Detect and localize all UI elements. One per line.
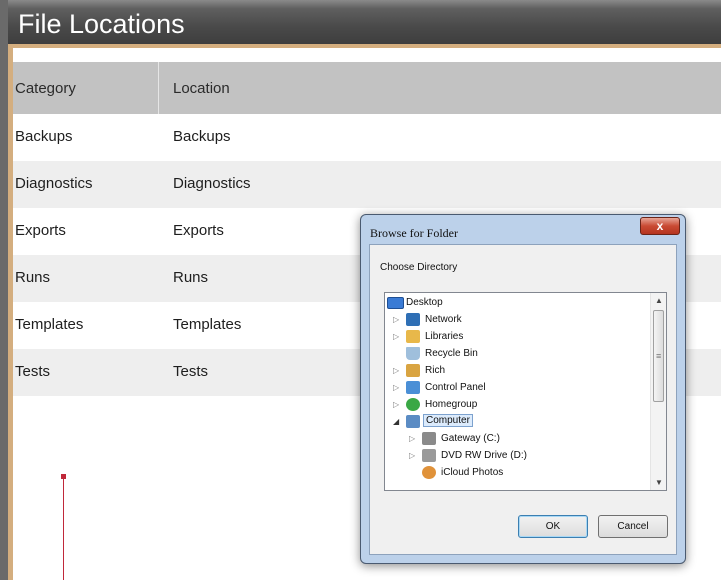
tree-item-label: Computer bbox=[423, 414, 473, 427]
dialog-body: Choose Directory Desktop ▷ Network ▷ Lib… bbox=[369, 244, 677, 555]
table-row[interactable]: Diagnostics Diagnostics bbox=[13, 161, 721, 208]
dialog-prompt: Choose Directory bbox=[380, 262, 458, 273]
close-icon: x bbox=[656, 219, 664, 233]
expand-icon[interactable]: ▷ bbox=[393, 315, 401, 324]
location-cell: Runs bbox=[173, 269, 209, 286]
computer-icon bbox=[406, 415, 420, 428]
table-row[interactable]: Backups Backups bbox=[13, 114, 721, 161]
homegroup-icon bbox=[406, 398, 420, 411]
tree-item-label: Gateway (C:) bbox=[441, 433, 500, 444]
category-cell: Tests bbox=[15, 363, 51, 380]
marker-line bbox=[63, 477, 64, 580]
tree-item-label: Libraries bbox=[425, 331, 464, 342]
close-button[interactable]: x bbox=[640, 217, 680, 235]
expand-icon[interactable]: ▷ bbox=[393, 366, 401, 375]
drive-icon bbox=[422, 432, 436, 445]
location-cell: Templates bbox=[173, 316, 242, 333]
control-panel-icon bbox=[406, 381, 420, 394]
tree-item-label: Rich bbox=[425, 365, 446, 376]
tree-scrollbar[interactable]: ▲ ≡ ▼ bbox=[650, 293, 666, 490]
desktop-icon bbox=[387, 297, 404, 309]
column-header-category[interactable]: Category bbox=[15, 80, 76, 97]
column-divider bbox=[158, 62, 159, 114]
expand-icon[interactable]: ▷ bbox=[393, 400, 401, 409]
libraries-icon bbox=[406, 330, 420, 343]
location-cell: Diagnostics bbox=[173, 175, 251, 192]
table-header: Category Location bbox=[13, 62, 721, 114]
tree-item-label: DVD RW Drive (D:) bbox=[441, 450, 527, 461]
browse-for-folder-dialog: Browse for Folder x Choose Directory Des… bbox=[360, 214, 686, 564]
collapse-icon[interactable]: ◢ bbox=[393, 417, 401, 426]
scroll-up-icon[interactable]: ▲ bbox=[655, 296, 663, 305]
dialog-title: Browse for Folder bbox=[370, 226, 458, 240]
category-cell: Runs bbox=[15, 269, 51, 286]
tree-item-label: Homegroup bbox=[425, 399, 478, 410]
category-cell: Diagnostics bbox=[15, 175, 93, 192]
tree-item-label: Desktop bbox=[406, 297, 443, 308]
network-icon bbox=[406, 313, 420, 326]
category-cell: Templates bbox=[15, 316, 84, 333]
cancel-button[interactable]: Cancel bbox=[598, 515, 668, 538]
location-cell: Backups bbox=[173, 128, 231, 145]
page-header: File Locations bbox=[8, 0, 721, 48]
tree-item-label: Network bbox=[425, 314, 462, 325]
expand-icon[interactable]: ▷ bbox=[409, 451, 417, 460]
icloud-photos-icon bbox=[422, 466, 436, 479]
ok-button[interactable]: OK bbox=[518, 515, 588, 538]
tree-item-label: iCloud Photos bbox=[441, 467, 504, 478]
category-cell: Backups bbox=[15, 128, 73, 145]
scroll-down-icon[interactable]: ▼ bbox=[655, 478, 663, 487]
expand-icon[interactable]: ▷ bbox=[393, 383, 401, 392]
recycle-bin-icon bbox=[406, 347, 420, 360]
location-cell: Exports bbox=[173, 222, 224, 239]
user-folder-icon bbox=[406, 364, 420, 377]
column-header-location[interactable]: Location bbox=[173, 80, 230, 97]
location-cell: Tests bbox=[173, 363, 209, 380]
expand-icon[interactable]: ▷ bbox=[393, 332, 401, 341]
tree-item-label: Control Panel bbox=[425, 382, 486, 393]
folder-tree[interactable]: Desktop ▷ Network ▷ Libraries Recycle Bi… bbox=[384, 292, 667, 491]
dvd-drive-icon bbox=[422, 449, 436, 462]
grip-icon: ≡ bbox=[656, 351, 662, 361]
tree-item-label: Recycle Bin bbox=[425, 348, 478, 359]
category-cell: Exports bbox=[15, 222, 66, 239]
window-left-edge bbox=[0, 0, 8, 580]
scrollbar-thumb[interactable]: ≡ bbox=[653, 310, 664, 402]
expand-icon[interactable]: ▷ bbox=[409, 434, 417, 443]
page-title: File Locations bbox=[18, 9, 185, 39]
